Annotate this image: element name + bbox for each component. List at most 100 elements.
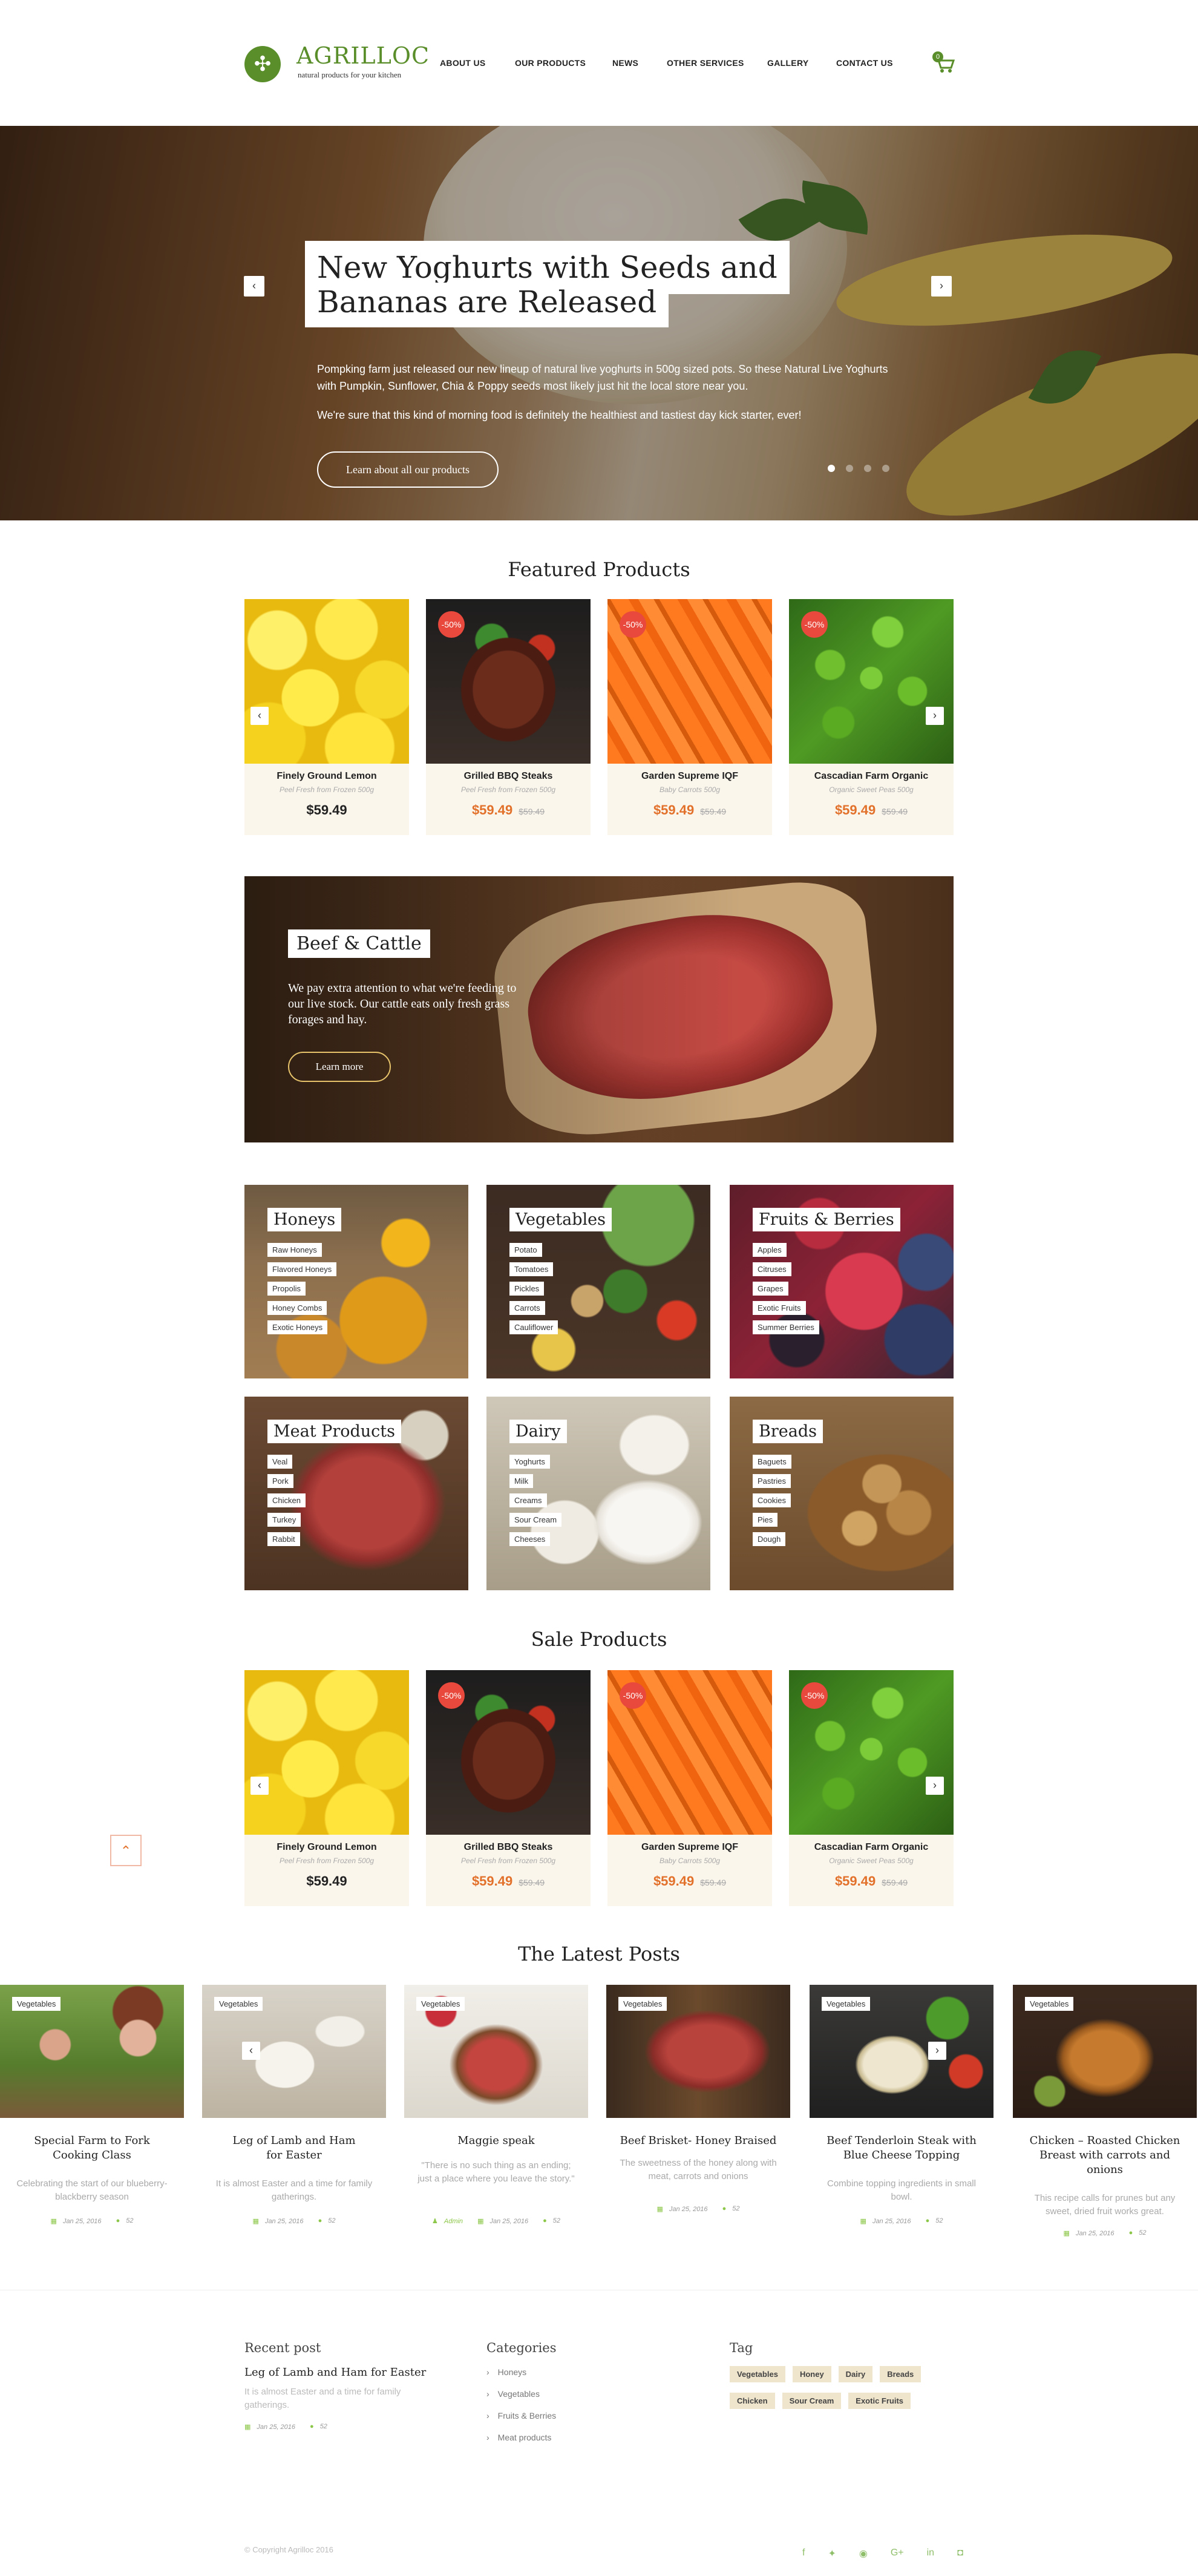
- post-card[interactable]: Vegetables Leg of Lamb and Ham for Easter…: [202, 1985, 386, 2239]
- sale-next-arrow-icon[interactable]: ›: [926, 1777, 944, 1795]
- category-link[interactable]: Tomatoes: [509, 1262, 554, 1276]
- category-link[interactable]: Cauliflower: [509, 1320, 558, 1334]
- footer-category-link[interactable]: › Honeys: [486, 2367, 556, 2377]
- category-link[interactable]: Cheeses: [509, 1532, 551, 1546]
- category-link[interactable]: Apples: [753, 1243, 787, 1257]
- category-link[interactable]: Dough: [753, 1532, 786, 1546]
- category-link[interactable]: Sour Cream: [509, 1513, 562, 1527]
- linkedin-icon[interactable]: in: [927, 2548, 934, 2560]
- product-card[interactable]: -50% Grilled BBQ Steaks Peel Fresh from …: [426, 1670, 591, 1906]
- product-name[interactable]: Finely Ground Lemon: [244, 1842, 409, 1853]
- product-image[interactable]: [244, 1670, 409, 1835]
- category-link[interactable]: Veal: [267, 1455, 293, 1469]
- category-link[interactable]: Potato: [509, 1243, 542, 1257]
- category-link[interactable]: Yoghurts: [509, 1455, 550, 1469]
- product-name[interactable]: Grilled BBQ Steaks: [426, 771, 591, 782]
- footer-tag[interactable]: Sour Cream: [782, 2393, 842, 2409]
- post-tag[interactable]: Vegetables: [618, 1997, 667, 2011]
- nav-our-products[interactable]: OUR PRODUCTS: [515, 58, 586, 68]
- slide-dot-4[interactable]: [882, 465, 889, 472]
- post-card[interactable]: Vegetables Beef Brisket- Honey Braised T…: [606, 1985, 790, 2239]
- nav-gallery[interactable]: GALLERY: [767, 58, 808, 68]
- category-link[interactable]: Exotic Fruits: [753, 1301, 806, 1315]
- category-link[interactable]: Summer Berries: [753, 1320, 819, 1334]
- post-title[interactable]: Special Farm to Fork Cooking Class: [0, 2134, 184, 2163]
- category-link[interactable]: Turkey: [267, 1513, 301, 1527]
- category-title[interactable]: Meat Products: [267, 1420, 401, 1443]
- slide-dot-1[interactable]: [828, 465, 835, 472]
- category-title[interactable]: Dairy: [509, 1420, 567, 1443]
- footer-tag[interactable]: Chicken: [730, 2393, 775, 2409]
- category-tile-vegetables[interactable]: Vegetables Potato Tomatoes Pickles Carro…: [486, 1185, 710, 1378]
- category-link[interactable]: Cookies: [753, 1493, 791, 1507]
- category-link[interactable]: Creams: [509, 1493, 547, 1507]
- category-link[interactable]: Pastries: [753, 1474, 791, 1488]
- category-title[interactable]: Breads: [753, 1420, 823, 1443]
- post-card[interactable]: Vegetables Special Farm to Fork Cooking C…: [0, 1985, 184, 2239]
- google-plus-icon[interactable]: G+: [891, 2548, 904, 2560]
- category-link[interactable]: Flavored Honeys: [267, 1262, 337, 1276]
- category-link[interactable]: Carrots: [509, 1301, 545, 1315]
- post-tag[interactable]: Vegetables: [416, 1997, 465, 2011]
- category-link[interactable]: Pork: [267, 1474, 293, 1488]
- slide-dot-3[interactable]: [864, 465, 871, 472]
- product-image[interactable]: [244, 599, 409, 764]
- post-title[interactable]: Beef Brisket- Honey Braised: [606, 2134, 790, 2148]
- facebook-icon[interactable]: f: [802, 2548, 805, 2560]
- slide-dot-2[interactable]: [846, 465, 853, 472]
- product-name[interactable]: Finely Ground Lemon: [244, 771, 409, 782]
- category-link[interactable]: Pickles: [509, 1282, 545, 1296]
- category-link[interactable]: Milk: [509, 1474, 534, 1488]
- category-link[interactable]: Exotic Honeys: [267, 1320, 328, 1334]
- sale-prev-arrow-icon[interactable]: ‹: [250, 1777, 269, 1795]
- post-card[interactable]: Vegetables Maggie speak "There is no suc…: [404, 1985, 588, 2239]
- category-link[interactable]: Rabbit: [267, 1532, 300, 1546]
- footer-tag[interactable]: Exotic Fruits: [848, 2393, 911, 2409]
- category-link[interactable]: Pies: [753, 1513, 778, 1527]
- posts-next-arrow-icon[interactable]: ›: [928, 2042, 946, 2060]
- product-name[interactable]: Garden Supreme IQF: [607, 1842, 772, 1853]
- product-card[interactable]: -50% Grilled BBQ Steaks Peel Fresh from …: [426, 599, 591, 835]
- category-link[interactable]: Baguets: [753, 1455, 791, 1469]
- footer-category-link[interactable]: › Meat products: [486, 2433, 556, 2442]
- category-link[interactable]: Citruses: [753, 1262, 791, 1276]
- category-title[interactable]: Fruits & Berries: [753, 1208, 900, 1231]
- post-tag[interactable]: Vegetables: [822, 1997, 871, 2011]
- nav-other-services[interactable]: OTHER SERVICES: [667, 58, 744, 68]
- product-name[interactable]: Garden Supreme IQF: [607, 771, 772, 782]
- footer-tag[interactable]: Dairy: [838, 2366, 873, 2382]
- post-title[interactable]: Beef Tenderloin Steak with Blue Cheese To…: [810, 2134, 993, 2163]
- nav-about-us[interactable]: ABOUT US: [440, 58, 486, 68]
- product-card[interactable]: Finely Ground Lemon Peel Fresh from Froz…: [244, 599, 409, 835]
- featured-next-arrow-icon[interactable]: ›: [926, 707, 944, 725]
- post-card[interactable]: Vegetables Beef Tenderloin Steak with Blu…: [810, 1985, 993, 2239]
- category-title[interactable]: Honeys: [267, 1208, 342, 1231]
- post-tag[interactable]: Vegetables: [1025, 1997, 1074, 2011]
- product-name[interactable]: Cascadian Farm Organic: [789, 1842, 954, 1853]
- hero-learn-button[interactable]: Learn about all our products: [317, 451, 499, 488]
- post-tag[interactable]: Vegetables: [214, 1997, 263, 2011]
- footer-category-link[interactable]: › Vegetables: [486, 2389, 556, 2399]
- footer-tag[interactable]: Vegetables: [730, 2366, 785, 2382]
- product-card[interactable]: -50% Garden Supreme IQF Baby Carrots 500…: [607, 599, 772, 835]
- product-card[interactable]: -50% Garden Supreme IQF Baby Carrots 500…: [607, 1670, 772, 1906]
- post-title[interactable]: Chicken – Roasted Chicken Breast with car…: [1020, 2134, 1190, 2177]
- post-title[interactable]: Maggie speak: [404, 2134, 588, 2148]
- nav-news[interactable]: NEWS: [612, 58, 638, 68]
- scroll-to-top-icon[interactable]: ⌃: [110, 1835, 142, 1866]
- category-tile-dairy[interactable]: Dairy Yoghurts Milk Creams Sour Cream Ch…: [486, 1397, 710, 1590]
- instagram-icon[interactable]: ◘: [957, 2548, 963, 2560]
- hero-prev-arrow-icon[interactable]: ‹: [244, 276, 264, 297]
- post-title[interactable]: Leg of Lamb and Ham for Easter: [202, 2134, 386, 2163]
- twitter-icon[interactable]: ✦: [828, 2548, 836, 2560]
- category-tile-fruits[interactable]: Fruits & Berries Apples Citruses Grapes …: [730, 1185, 954, 1378]
- category-link[interactable]: Raw Honeys: [267, 1243, 322, 1257]
- category-link[interactable]: Propolis: [267, 1282, 306, 1296]
- footer-tag[interactable]: Honey: [792, 2366, 831, 2382]
- footer-recent-post-link[interactable]: Leg of Lamb and Ham for Easter: [244, 2366, 426, 2379]
- category-title[interactable]: Vegetables: [509, 1208, 612, 1231]
- category-tile-breads[interactable]: Breads Baguets Pastries Cookies Pies Dou…: [730, 1397, 954, 1590]
- beef-learn-more-button[interactable]: Learn more: [288, 1052, 391, 1082]
- product-card[interactable]: Finely Ground Lemon Peel Fresh from Froz…: [244, 1670, 409, 1906]
- footer-tag[interactable]: Breads: [880, 2366, 921, 2382]
